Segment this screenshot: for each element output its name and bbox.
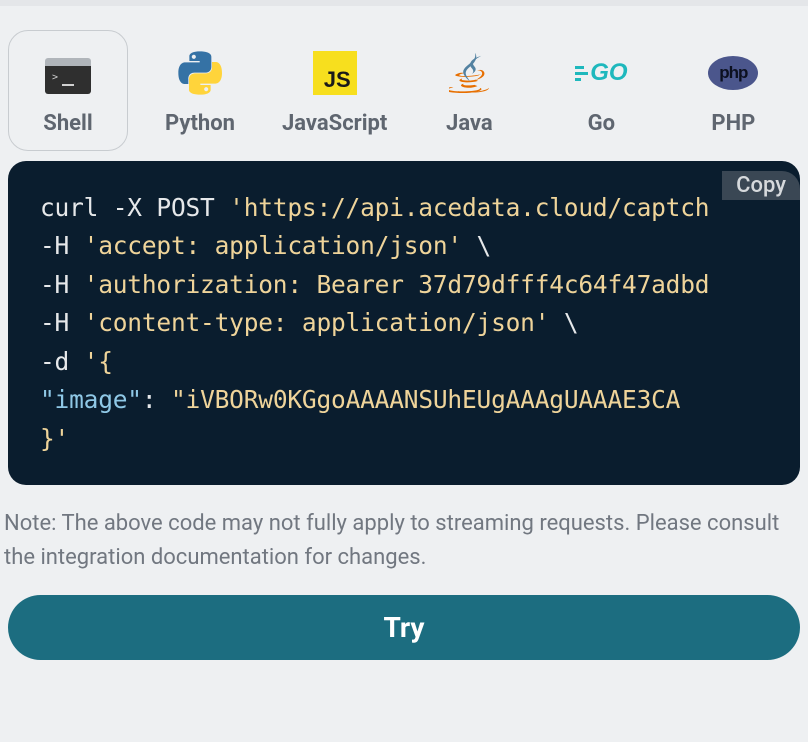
- tab-label-shell: Shell: [43, 111, 92, 136]
- code-string: 'accept: application/json': [84, 231, 462, 260]
- code-text: -H: [40, 308, 84, 337]
- note-text: Note: The above code may not fully apply…: [0, 485, 808, 575]
- code-text: :: [142, 385, 171, 414]
- tab-php[interactable]: php PHP: [673, 30, 793, 151]
- code-text: -H: [40, 231, 84, 260]
- code-string: 'https://api.acedata.cloud/captch: [229, 193, 709, 222]
- shell-icon: >: [43, 53, 93, 93]
- code-string: 'authorization: Bearer 37d79dfff4c64f47a…: [84, 270, 710, 299]
- code-text: \: [462, 231, 491, 260]
- code-key: "image": [40, 385, 142, 414]
- tab-java[interactable]: Java: [409, 30, 529, 151]
- tab-python[interactable]: Python: [140, 30, 260, 151]
- python-icon: [175, 53, 225, 93]
- code-text: curl -X POST: [40, 193, 229, 222]
- tab-go[interactable]: GO Go: [541, 30, 661, 151]
- php-icon: php: [708, 53, 758, 93]
- tab-shell[interactable]: > Shell: [8, 30, 128, 151]
- code-content: curl -X POST 'https://api.acedata.cloud/…: [8, 161, 800, 485]
- code-block: Copy curl -X POST 'https://api.acedata.c…: [8, 161, 800, 485]
- try-button[interactable]: Try: [8, 595, 800, 660]
- language-tabs: > Shell Python JS JavaScript: [0, 6, 808, 155]
- tab-label-javascript: JavaScript: [282, 111, 387, 136]
- code-string: "iVBORw0KGgoAAAANSUhEUgAAAgUAAAE3CA: [171, 385, 680, 414]
- tab-label-php: PHP: [711, 111, 755, 136]
- tab-label-python: Python: [165, 111, 235, 136]
- javascript-icon: JS: [310, 53, 360, 93]
- code-text: -d: [40, 347, 84, 376]
- java-icon: [444, 53, 494, 93]
- tab-label-go: Go: [588, 111, 615, 136]
- copy-button[interactable]: Copy: [722, 171, 800, 200]
- code-string: 'content-type: application/json': [84, 308, 550, 337]
- tab-label-java: Java: [446, 111, 493, 136]
- code-text: \: [549, 308, 578, 337]
- tab-javascript[interactable]: JS JavaScript: [272, 30, 397, 151]
- code-string: }': [40, 424, 69, 453]
- go-icon: GO: [576, 53, 626, 93]
- code-string: '{: [84, 347, 113, 376]
- code-text: -H: [40, 270, 84, 299]
